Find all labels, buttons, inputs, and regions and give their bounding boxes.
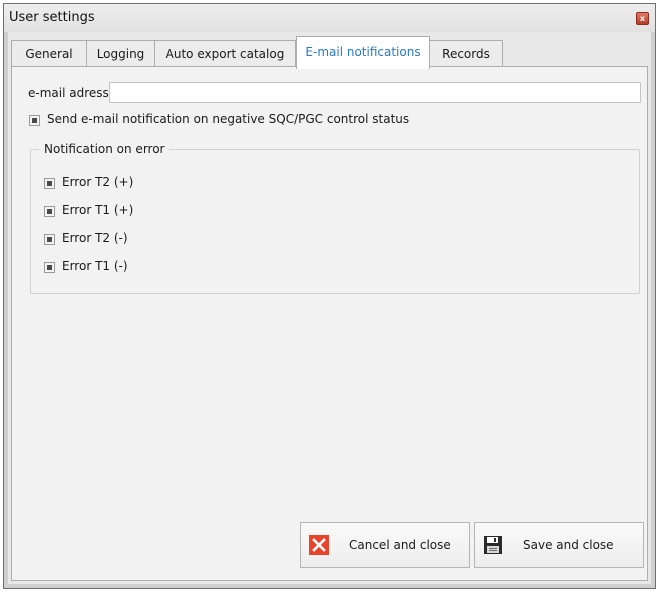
cancel-and-close-button[interactable]: Cancel and close bbox=[300, 522, 470, 568]
error-t2-plus-label: Error T2 (+) bbox=[62, 175, 134, 189]
send-notification-checkbox[interactable] bbox=[29, 115, 40, 126]
tab-auto-export-catalog[interactable]: Auto export catalog bbox=[154, 40, 296, 67]
email-notifications-panel: e-mail adress Send e-mail notification o… bbox=[11, 66, 648, 581]
send-notification-label: Send e-mail notification on negative SQC… bbox=[47, 112, 410, 126]
tab-email-notifications[interactable]: E-mail notifications bbox=[296, 36, 430, 69]
email-label: e-mail adress bbox=[28, 86, 109, 100]
tab-general[interactable]: General bbox=[11, 40, 87, 67]
dialog-body: General Logging Auto export catalog E-ma… bbox=[8, 32, 651, 584]
save-and-close-label: Save and close bbox=[523, 538, 614, 552]
close-x-icon bbox=[309, 535, 329, 555]
floppy-disk-icon bbox=[484, 536, 502, 554]
cancel-and-close-label: Cancel and close bbox=[349, 538, 451, 552]
error-t1-plus-label: Error T1 (+) bbox=[62, 203, 134, 217]
notification-on-error-group: Notification on error Error T2 (+) Error… bbox=[30, 142, 640, 294]
error-t1-minus-label: Error T1 (-) bbox=[62, 259, 128, 273]
title-bar[interactable]: User settings x bbox=[4, 4, 655, 33]
error-t1-minus-checkbox[interactable] bbox=[44, 262, 55, 273]
close-icon: x bbox=[639, 14, 646, 23]
error-t2-plus-checkbox[interactable] bbox=[44, 178, 55, 189]
save-and-close-button[interactable]: Save and close bbox=[474, 522, 644, 568]
tab-logging[interactable]: Logging bbox=[86, 40, 155, 67]
error-t2-minus-label: Error T2 (-) bbox=[62, 231, 128, 245]
window-title: User settings bbox=[9, 10, 95, 25]
email-input[interactable] bbox=[109, 82, 641, 103]
error-t2-minus-checkbox[interactable] bbox=[44, 234, 55, 245]
group-title: Notification on error bbox=[39, 142, 170, 156]
tab-records[interactable]: Records bbox=[429, 40, 503, 67]
close-button[interactable]: x bbox=[636, 12, 649, 25]
error-t1-plus-checkbox[interactable] bbox=[44, 206, 55, 217]
user-settings-window: User settings x General Logging Auto exp… bbox=[3, 3, 656, 589]
tab-strip: General Logging Auto export catalog E-ma… bbox=[11, 36, 648, 69]
